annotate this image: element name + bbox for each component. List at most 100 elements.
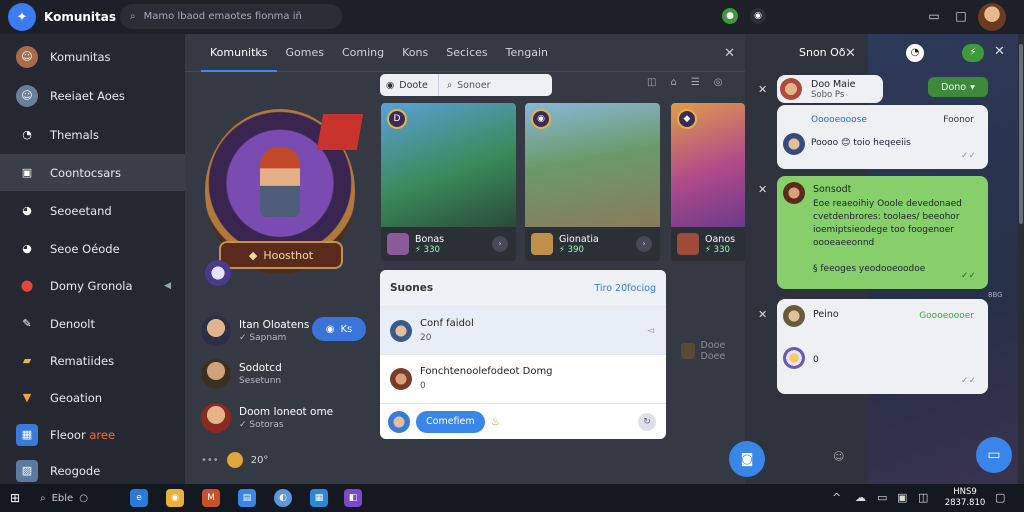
tab-komunitks[interactable]: Komunitks [201,34,277,72]
chat-bubble[interactable]: Doo Maie Sobo Ps [777,75,883,103]
app-logo-icon[interactable]: ✦ [8,3,36,31]
filter-button[interactable]: ◉ Doote [380,74,439,96]
game-card[interactable]: D Bonas ⚡ 330 › [381,103,516,261]
network-icon[interactable]: ▣ [897,491,907,504]
settings-icon[interactable]: ◎ [714,77,723,88]
avatar[interactable] [205,260,231,286]
coin-balance: ••• 20° [201,452,268,468]
close-icon[interactable]: ✕ [845,46,856,61]
avatar [390,319,412,342]
chrome-icon[interactable]: ◉ [166,489,184,507]
clock[interactable]: HNS9 2837.810 [944,487,986,509]
discord-icon[interactable]: ◉ [750,8,766,24]
search-input[interactable]: Mamo lbaod emaotes fionma iñ [144,11,302,22]
score-row[interactable]: Fonchtenoolefodeot Domg 0 [380,354,666,402]
bubble-name: Doo Maie [811,79,856,90]
edge-icon[interactable]: e [130,489,148,507]
chat-bubble[interactable]: Peino Goooeoooer 0 ✓✓ [777,299,988,394]
tab-secices[interactable]: Secices [437,34,496,72]
grid-icon[interactable]: ◫ [647,77,656,88]
dots-icon: ••• [201,454,219,466]
friend-item[interactable]: Sodotcd Sesetunn [201,354,381,394]
status-dropdown[interactable]: Dono ▾ [928,77,988,97]
close-icon[interactable]: ✕ [724,46,735,61]
close-icon[interactable]: ✕ [758,183,767,196]
office-icon[interactable]: M [202,489,220,507]
reply-icon[interactable]: ◅ [647,326,654,336]
new-message-button[interactable]: ▭ [976,437,1012,473]
voice-chat-button[interactable]: ◙ [729,441,765,477]
tab-coming[interactable]: Coming [333,34,393,72]
bubble-text: Eoe reaeoihiy Ooole devedonaed cvetdenbr… [813,199,962,274]
trade-tag[interactable]: Dooe Doee [681,340,745,362]
flash-icon[interactable]: ⚡ [962,44,984,62]
cloud-icon[interactable]: ☁ [855,491,866,504]
chat-bubble[interactable]: Sonsodt Eoe reaeoihiy Ooole devedonaed c… [777,176,988,289]
search-bar[interactable]: ⌕ Mamo lbaod emaotes fionma iñ [120,4,342,29]
score-value: 20 [420,333,432,343]
file-explorer-icon[interactable]: ▤ [238,489,256,507]
tab-tengain[interactable]: Tengain [497,34,557,72]
app-icon[interactable]: ◧ [344,489,362,507]
sidebar-item-rematiides[interactable]: ▰ Rematiides [0,342,185,379]
sidebar-item-seoetand[interactable]: ◕ Seoeetand [0,192,185,229]
sidebar-item-seoe-oeode[interactable]: ◕ Seoe Oéode [0,230,185,267]
compose-button[interactable]: Comefiem [416,410,485,433]
card-arrow-icon[interactable]: › [492,236,508,252]
friend-item[interactable]: Doom Ioneot ome ✓ Sotoras [201,398,381,438]
score-row[interactable]: Conf faidol 20 ◅ [380,306,666,354]
game-card[interactable]: ◆ Oanos ⚡ 330 [671,103,745,261]
join-button[interactable]: ◉ Ks [312,317,366,341]
chevron-up-icon[interactable]: ^ [832,491,841,504]
sidebar-item-recent[interactable]: ☺ Reeiaet Aoes [0,77,185,114]
close-icon[interactable]: ✕ [758,308,767,321]
search-icon: ⌕ [40,492,46,504]
maximize-icon[interactable]: □ [954,9,968,23]
scores-link[interactable]: Tiro 20fociog [594,283,656,294]
read-receipt-icon: ✓✓ [960,151,976,161]
sidebar-item-contacts[interactable]: ▣ Coontocsars [0,154,185,191]
close-icon[interactable]: ✕ [758,83,767,96]
browser-icon[interactable]: ◐ [274,489,292,507]
user-avatar[interactable] [978,3,1006,31]
minimize-icon[interactable]: ▭ [927,9,941,23]
read-receipt-icon: ✓✓ [960,376,976,386]
notification-center-icon[interactable]: ▢ [995,491,1005,504]
avatar [780,78,802,100]
battery-icon[interactable]: ▭ [877,491,887,504]
refresh-icon[interactable]: ↻ [638,412,656,431]
sidebar-item-fleoor[interactable]: ▦ Fleoor aree [0,416,185,453]
hero-badge[interactable]: ◆ Hoosthot [219,241,343,269]
card-badge: ◉ [531,109,551,129]
emoji-icon[interactable]: ☺ [833,450,844,463]
store-icon[interactable]: ▦ [310,489,328,507]
notification-icon[interactable]: ● [722,8,738,24]
windows-start-icon[interactable]: ⊞ [10,491,20,505]
card-arrow-icon[interactable]: › [636,236,652,252]
chat-icon: ◕ [22,242,32,255]
taskbar-search[interactable]: ⌕ Eble ○ [34,487,118,509]
scroll-thumb[interactable] [1019,44,1023,224]
tab-gomes[interactable]: Gomes [277,34,333,72]
home-icon[interactable]: ⌂ [670,77,676,88]
game-card[interactable]: ◉ Gionatia ⚡ 390 › [525,103,660,261]
scrollbar[interactable] [1018,34,1024,484]
status-label: Dono [941,81,967,93]
volume-icon[interactable]: ◫ [918,491,928,504]
chat-bubble[interactable]: Ooooeooose Foonor Poooo 😊 toio heqeeiis … [777,105,988,169]
filter-search[interactable]: ⌕ Sonoer [439,80,491,91]
card-count: ⚡ 330 [705,244,730,255]
message-icon[interactable]: ◔ [906,44,924,62]
bubble-sub: Goooeoooer [919,311,974,321]
sidebar-item-domy-gronola[interactable]: ⬤ Domy Gronola ◀ [0,267,185,304]
sidebar-item-komunitas[interactable]: ☺ Komunitas [0,38,185,75]
card-avatar [531,233,553,255]
chevron-left-icon[interactable]: ◀ [164,281,171,291]
sidebar-item-denoolt[interactable]: ✎ Denoolt [0,305,185,342]
tab-kons[interactable]: Kons [393,34,437,72]
list-icon[interactable]: ☰ [691,77,700,88]
sidebar-item-themals[interactable]: ◔ Themals [0,116,185,153]
sidebar-item-geoation[interactable]: ▼ Geoation [0,379,185,416]
score-value: 0 [420,381,426,391]
close-icon[interactable]: ✕ [994,44,1005,59]
